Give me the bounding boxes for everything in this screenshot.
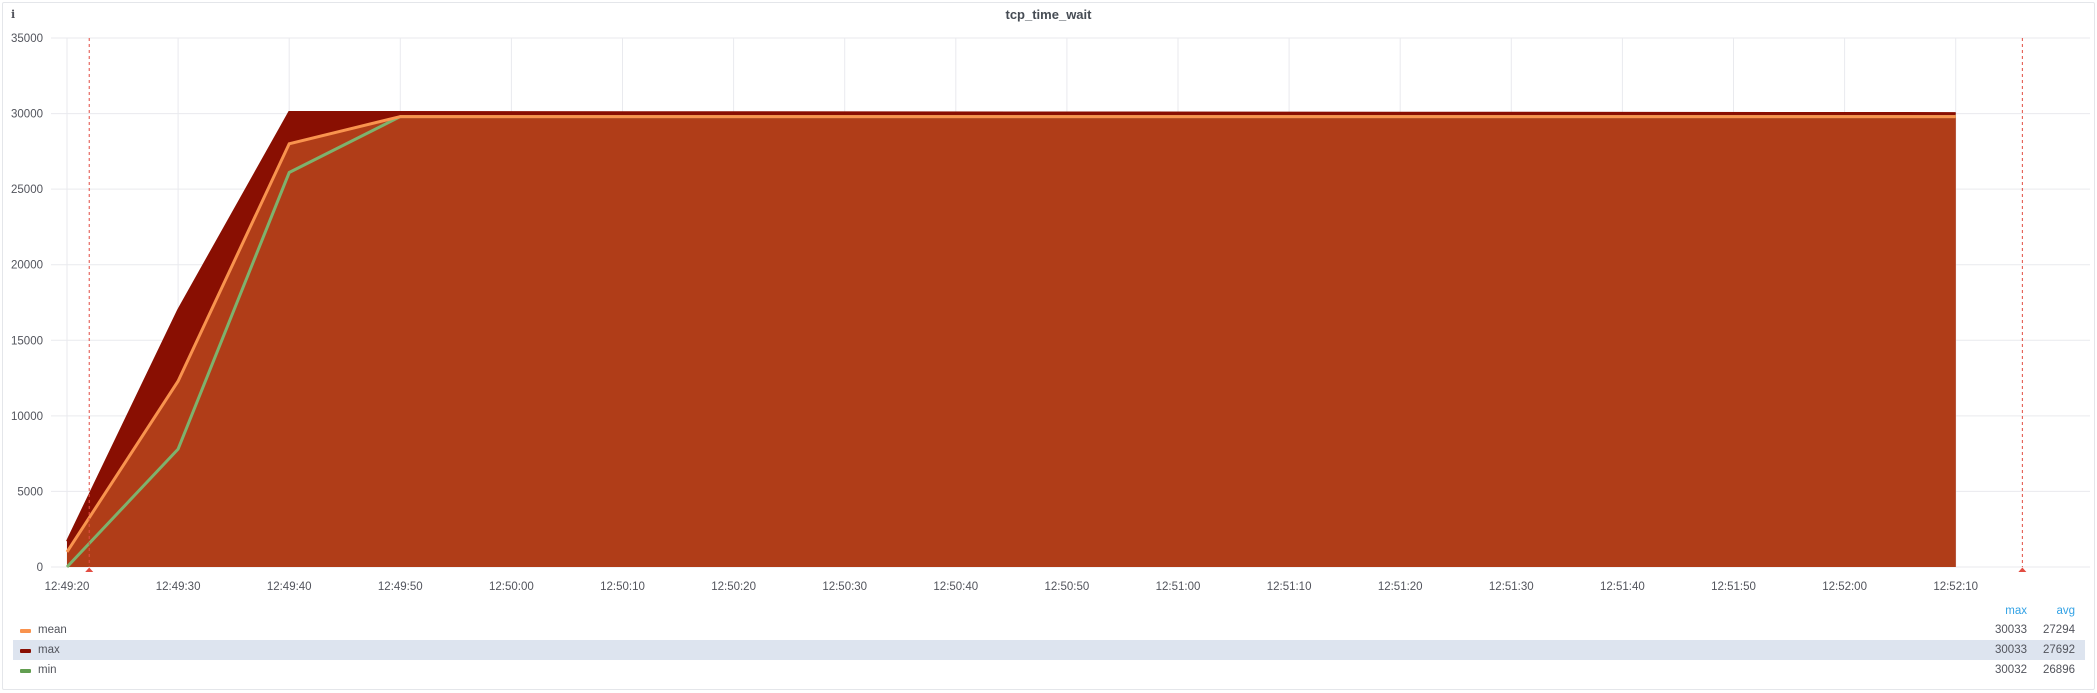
- legend-label[interactable]: max: [38, 644, 60, 656]
- x-tick-label: 12:51:10: [1267, 581, 1312, 593]
- legend-avg-value: 27294: [2043, 624, 2075, 636]
- x-tick-label: 12:49:30: [156, 581, 201, 593]
- legend-max-value: 30033: [1995, 624, 2027, 636]
- legend-swatch[interactable]: [20, 649, 31, 653]
- legend-avg-value: 26896: [2043, 664, 2075, 676]
- annotation-marker: [85, 567, 94, 572]
- x-tick-label: 12:50:00: [489, 581, 534, 593]
- x-tick-label: 12:52:00: [1822, 581, 1867, 593]
- y-tick-label: 25000: [11, 184, 43, 196]
- y-tick-label: 15000: [11, 335, 43, 347]
- y-tick-label: 20000: [11, 260, 43, 272]
- series-area-mean: [67, 116, 1956, 567]
- x-tick-label: 12:50:40: [933, 581, 978, 593]
- x-tick-label: 12:49:50: [378, 581, 423, 593]
- legend-label[interactable]: mean: [38, 624, 67, 636]
- y-tick-label: 30000: [11, 109, 43, 121]
- y-tick-label: 5000: [17, 486, 43, 498]
- x-tick-label: 12:50:20: [711, 581, 756, 593]
- chart-plot[interactable]: 0 5000 10000 15000 20000 25000 30000 35000 12:49…: [0, 0, 2097, 600]
- x-tick-label: 12:50:10: [600, 581, 645, 593]
- y-tick-label: 35000: [11, 33, 43, 45]
- legend-label[interactable]: min: [38, 664, 57, 676]
- legend: max avg mean 30033 27294 max 30033 27692 min 30…: [13, 600, 2085, 680]
- annotation-marker: [2018, 567, 2027, 572]
- x-tick-label: 12:51:20: [1378, 581, 1423, 593]
- x-tick-label: 12:51:30: [1489, 581, 1534, 593]
- legend-item-max[interactable]: max 30033 27692: [13, 640, 2085, 660]
- x-tick-label: 12:50:50: [1045, 581, 1090, 593]
- legend-max-value: 30032: [1995, 664, 2027, 676]
- x-tick-label: 12:51:40: [1600, 581, 1645, 593]
- legend-item-mean[interactable]: mean 30033 27294: [13, 620, 2085, 640]
- legend-item-min[interactable]: min 30032 26896: [13, 660, 2085, 680]
- x-tick-label: 12:52:10: [1933, 581, 1978, 593]
- legend-header-avg[interactable]: avg: [2056, 605, 2075, 617]
- y-tick-label: 10000: [11, 411, 43, 423]
- x-tick-label: 12:51:50: [1711, 581, 1756, 593]
- legend-swatch[interactable]: [20, 669, 31, 673]
- legend-header: max avg: [13, 600, 2085, 620]
- legend-max-value: 30033: [1995, 644, 2027, 656]
- legend-avg-value: 27692: [2043, 644, 2075, 656]
- x-tick-label: 12:49:40: [267, 581, 312, 593]
- legend-header-max[interactable]: max: [2005, 605, 2027, 617]
- x-tick-label: 12:50:30: [822, 581, 867, 593]
- y-tick-label: 0: [37, 562, 43, 574]
- x-tick-label: 12:49:20: [45, 581, 90, 593]
- legend-swatch[interactable]: [20, 629, 31, 633]
- x-tick-label: 12:51:00: [1156, 581, 1201, 593]
